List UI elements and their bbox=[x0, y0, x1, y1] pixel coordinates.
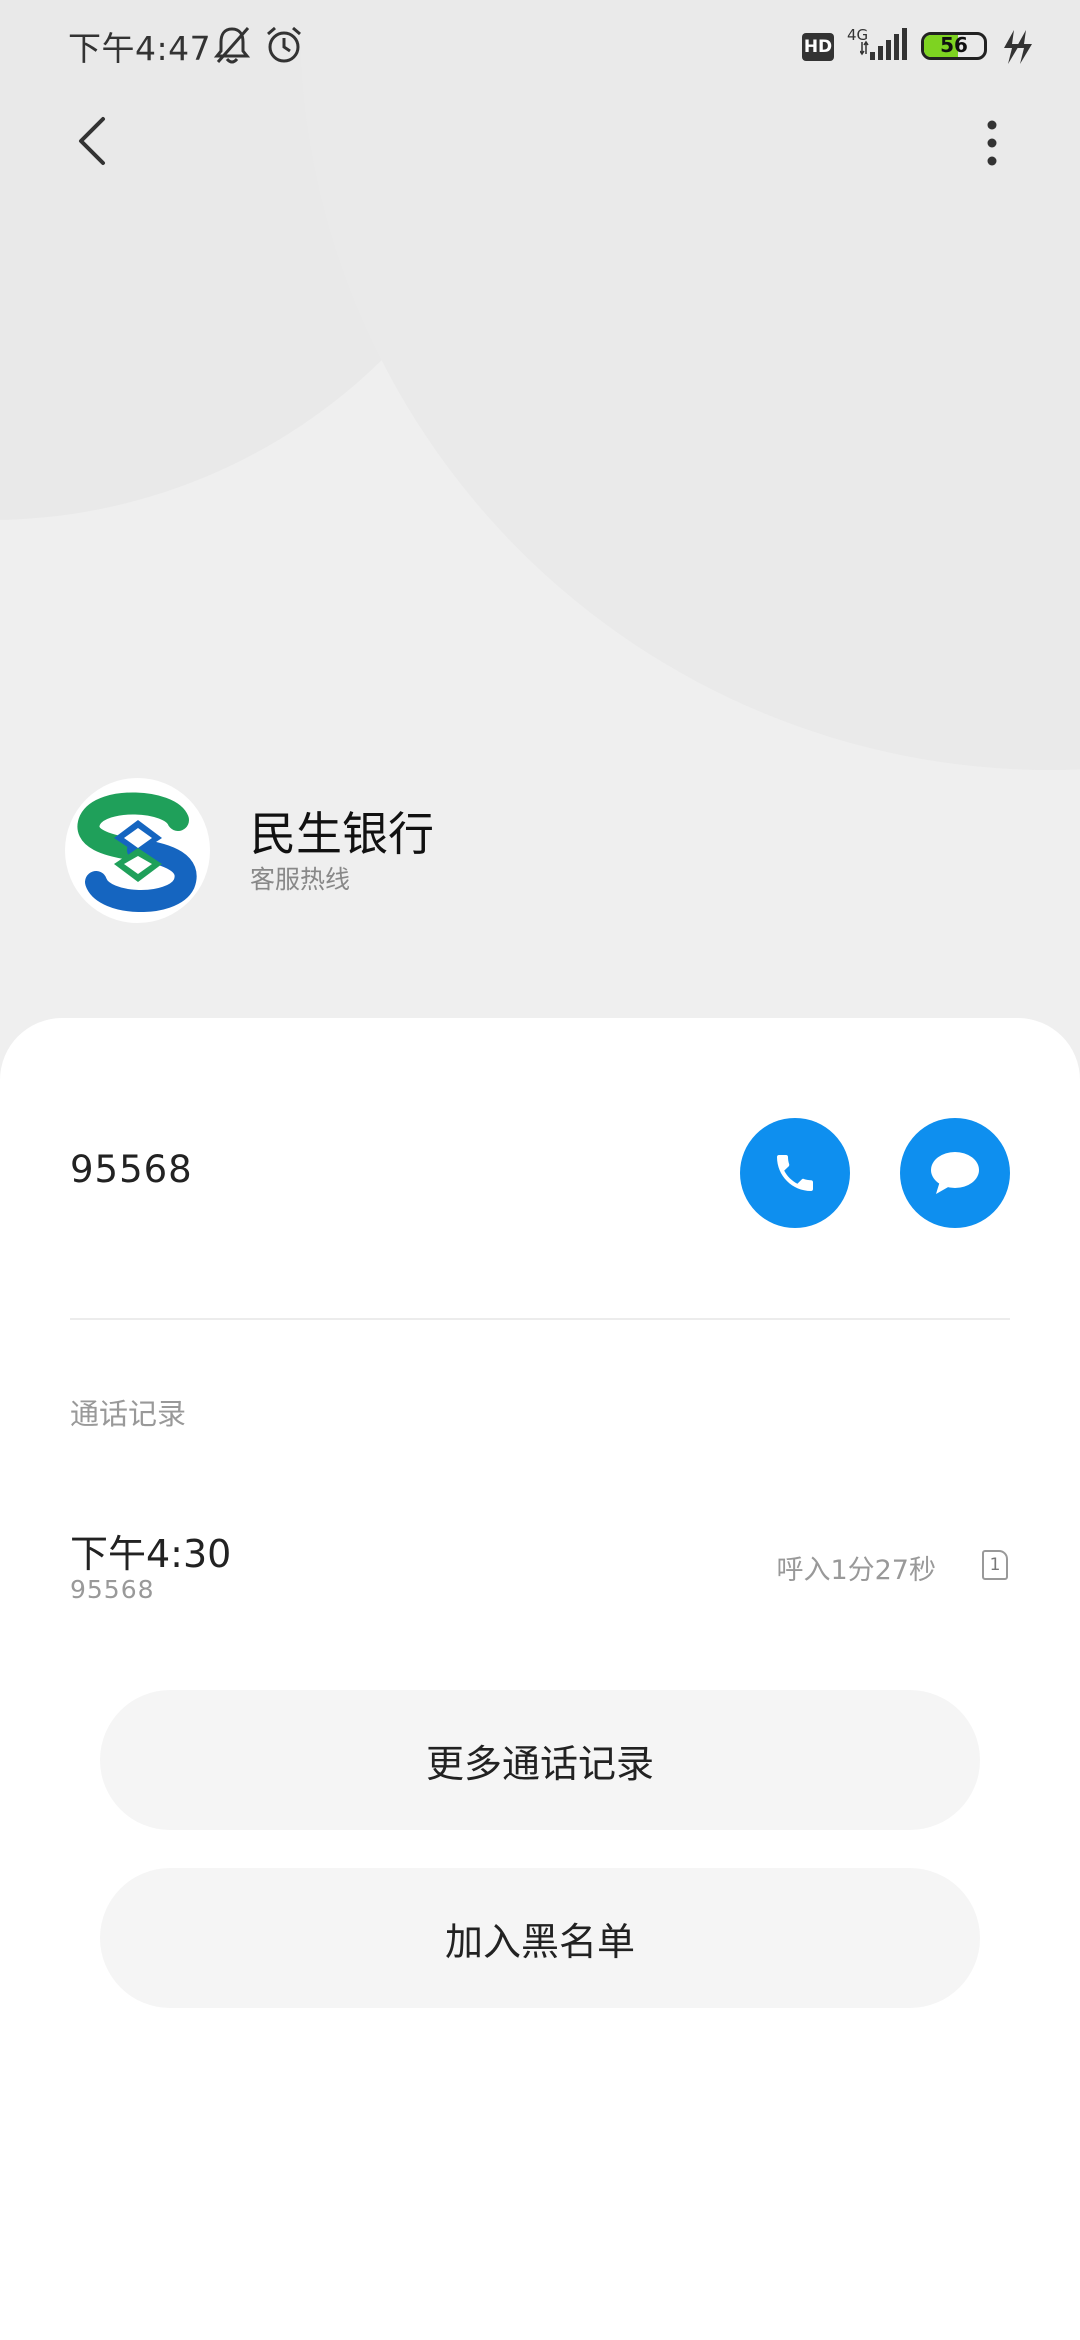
bank-logo-icon bbox=[77, 792, 197, 912]
contact-name: 民生银行 bbox=[250, 807, 434, 861]
back-icon bbox=[79, 117, 105, 165]
status-bar: 下午4:47 HD 4G 56 bbox=[0, 0, 1080, 96]
signal-icon bbox=[859, 28, 908, 66]
alarm-icon bbox=[263, 24, 305, 70]
call-log-section-label: 通话记录 bbox=[70, 1397, 187, 1431]
call-log-time: 下午4:30 bbox=[70, 1532, 232, 1576]
back-button[interactable] bbox=[66, 115, 118, 167]
more-call-logs-button[interactable]: 更多通话记录 bbox=[100, 1690, 980, 1830]
mute-icon bbox=[212, 24, 252, 70]
battery-icon: 56 bbox=[921, 32, 987, 60]
add-to-blacklist-button[interactable]: 加入黑名单 bbox=[100, 1868, 980, 2008]
call-button[interactable] bbox=[740, 1118, 850, 1228]
background-circle bbox=[300, 0, 1080, 770]
sim-card-icon: 1 bbox=[982, 1550, 1008, 1580]
phone-icon bbox=[777, 1155, 813, 1191]
hd-badge: HD bbox=[802, 33, 834, 61]
call-log-number: 95568 bbox=[70, 1575, 155, 1604]
battery-level: 56 bbox=[940, 33, 968, 57]
call-log-detail: 呼入1分27秒 bbox=[776, 1555, 936, 1586]
message-icon bbox=[931, 1152, 979, 1194]
status-time: 下午4:47 bbox=[68, 29, 212, 68]
more-vertical-icon bbox=[987, 120, 997, 166]
more-options-button[interactable] bbox=[968, 115, 1016, 171]
charging-icon bbox=[1000, 28, 1032, 70]
contact-subtitle: 客服热线 bbox=[250, 865, 351, 894]
divider bbox=[70, 1318, 1010, 1320]
phone-number[interactable]: 95568 bbox=[70, 1148, 193, 1191]
avatar bbox=[65, 778, 210, 923]
contact-detail-card: 95568 通话记录 下午4:30 95568 呼入1分27秒 1 更多通话记录… bbox=[0, 1018, 1080, 2340]
header-background bbox=[0, 0, 1080, 1100]
message-button[interactable] bbox=[900, 1118, 1010, 1228]
